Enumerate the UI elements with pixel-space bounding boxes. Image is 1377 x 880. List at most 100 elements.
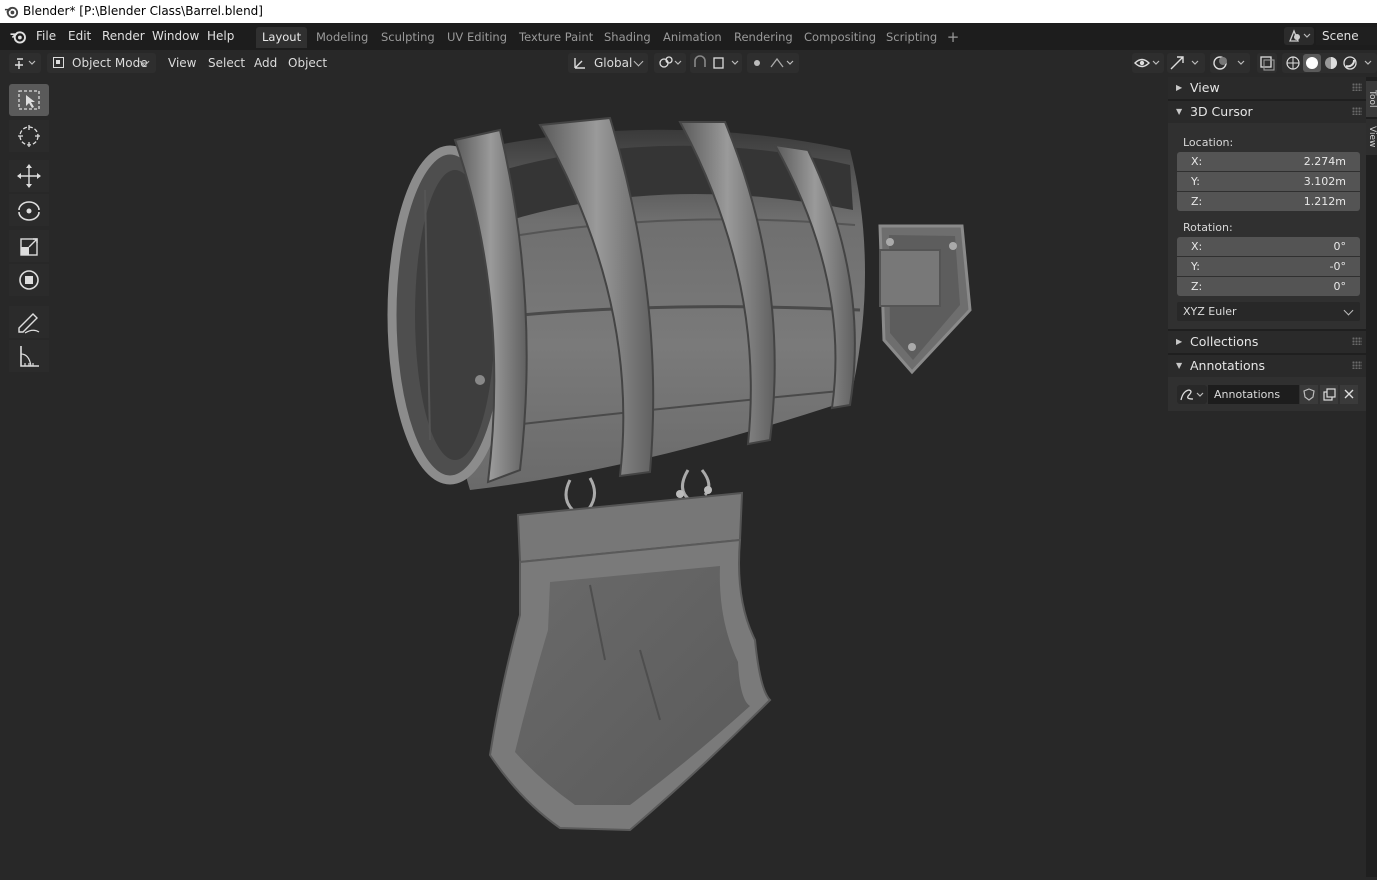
shading-modes-icons[interactable] — [1282, 53, 1377, 73]
axis-value: 3.102m — [1303, 175, 1346, 188]
blender-logo-icon — [4, 6, 19, 19]
cursor-tool[interactable] — [9, 120, 49, 152]
axis-value: 0° — [1333, 240, 1347, 253]
annotation-stroke-icon — [1180, 389, 1204, 401]
tab-scripting[interactable]: Scripting — [880, 27, 943, 48]
cursor-location-z[interactable]: Z: 1.212m — [1177, 192, 1360, 211]
tab-compositing[interactable]: Compositing — [798, 27, 882, 48]
snap-magnet-icon — [694, 55, 739, 69]
orientation-axes-icon — [574, 58, 585, 69]
annotation-data-browse-button[interactable] — [1177, 385, 1207, 404]
menu-window[interactable]: Window — [152, 29, 199, 43]
overlays-button[interactable] — [1210, 53, 1250, 73]
drag-grip-icon[interactable] — [1352, 337, 1362, 345]
tab-sculpting[interactable]: Sculpting — [375, 27, 441, 48]
rotate-icon — [18, 201, 40, 221]
menu-edit[interactable]: Edit — [68, 29, 91, 43]
rotation-mode-label: XYZ Euler — [1183, 305, 1237, 318]
axis-label: Y: — [1191, 260, 1200, 273]
fake-user-button[interactable] — [1300, 385, 1318, 404]
proportional-editing-button[interactable] — [747, 53, 799, 73]
annotate-pencil-icon — [18, 313, 40, 334]
expanded-arrow-icon: ▼ — [1176, 361, 1183, 370]
panel-label-view: View — [1190, 80, 1220, 95]
axis-label: Z: — [1191, 195, 1203, 208]
panel-label-collections: Collections — [1190, 334, 1259, 349]
viewport-menu-select[interactable]: Select — [208, 56, 245, 70]
editor-type-button[interactable] — [9, 53, 41, 73]
move-tool[interactable] — [9, 160, 49, 192]
panel-header-annotations[interactable]: ▼ Annotations — [1168, 355, 1366, 377]
panel-header-collections[interactable]: ▶ Collections — [1168, 331, 1366, 353]
side-tab-view[interactable]: View — [1366, 119, 1377, 155]
object-mode-cursor-icon — [15, 58, 36, 69]
collapsed-arrow-icon: ▶ — [1176, 83, 1183, 92]
drag-grip-icon[interactable] — [1352, 83, 1362, 91]
scene-selector-button[interactable] — [1284, 27, 1314, 45]
tab-modeling[interactable]: Modeling — [310, 27, 374, 48]
scale-tool[interactable] — [9, 230, 49, 262]
panel-header-3d-cursor[interactable]: ▼ 3D Cursor — [1168, 101, 1366, 123]
annotate-tool[interactable] — [9, 306, 49, 338]
object-mode-icon — [53, 57, 64, 68]
tab-shading[interactable]: Shading — [598, 27, 657, 48]
axis-label: Z: — [1191, 280, 1203, 293]
axis-label: Y: — [1191, 175, 1200, 188]
cursor-location-x[interactable]: X: 2.274m — [1177, 152, 1360, 171]
snap-toggle-button[interactable] — [690, 53, 742, 73]
add-workspace-button[interactable]: + — [944, 27, 962, 48]
visibility-button[interactable] — [1132, 53, 1164, 73]
tab-texture-paint[interactable]: Texture Paint — [513, 27, 599, 48]
select-box-tool[interactable] — [9, 84, 49, 116]
gizmo-icon — [1170, 56, 1199, 70]
drag-grip-icon[interactable] — [1352, 107, 1362, 115]
axis-value: 1.212m — [1303, 195, 1346, 208]
panel-label-3d-cursor: 3D Cursor — [1190, 104, 1253, 119]
rotate-tool[interactable] — [9, 194, 49, 226]
side-tab-tool[interactable]: Tool — [1366, 81, 1377, 117]
viewport-menu-view[interactable]: View — [168, 56, 196, 70]
orientation-label: Global — [594, 56, 633, 70]
drag-grip-icon[interactable] — [1352, 361, 1362, 369]
rotation-label: Rotation: — [1183, 221, 1233, 234]
axis-label: X: — [1191, 155, 1203, 168]
cursor-location-y[interactable]: Y: 3.102m — [1177, 172, 1360, 191]
menu-render[interactable]: Render — [102, 29, 145, 43]
tab-animation[interactable]: Animation — [657, 27, 728, 48]
3d-viewport[interactable] — [0, 77, 1366, 877]
gizmo-button[interactable] — [1167, 53, 1205, 73]
tab-rendering[interactable]: Rendering — [728, 27, 799, 48]
viewport-menu-add[interactable]: Add — [254, 56, 277, 70]
select-box-icon — [18, 90, 40, 110]
rotation-mode-dropdown[interactable]: XYZ Euler — [1177, 302, 1360, 321]
measure-tool[interactable] — [9, 340, 49, 372]
overlays-icon — [1213, 56, 1245, 70]
cursor-icon — [18, 125, 40, 147]
menu-file[interactable]: File — [36, 29, 56, 43]
tab-layout[interactable]: Layout — [256, 27, 308, 48]
collapsed-arrow-icon: ▶ — [1176, 337, 1183, 346]
cursor-rotation-x[interactable]: X: 0° — [1177, 237, 1360, 256]
unlink-button[interactable] — [1340, 385, 1358, 404]
tab-uv-editing[interactable]: UV Editing — [441, 27, 513, 48]
transform-tool[interactable] — [9, 264, 49, 296]
chevron-down-icon — [1343, 305, 1354, 316]
blender-menu-icon[interactable] — [9, 29, 27, 44]
annotation-layer-name-field[interactable]: Annotations — [1208, 385, 1299, 404]
transform-orientation-dropdown[interactable]: Global — [568, 53, 648, 73]
panel-header-view[interactable]: ▶ View — [1168, 77, 1366, 99]
viewport-menu-object[interactable]: Object — [288, 56, 327, 70]
xray-toggle-button[interactable] — [1257, 53, 1277, 73]
scene-name-field[interactable]: Scene — [1316, 27, 1377, 45]
top-menu-bar: File Edit Render Window Help Layout Mode… — [0, 23, 1377, 50]
duplicate-button[interactable] — [1320, 385, 1338, 404]
cursor-panel-body: Location: X: 2.274m Y: 3.102m Z: 1.212m … — [1168, 123, 1366, 329]
window-titlebar: Blender* [P:\Blender Class\Barrel.blend] — [0, 0, 1377, 23]
cursor-rotation-y[interactable]: Y: -0° — [1177, 257, 1360, 276]
annotations-panel-body: Annotations — [1168, 377, 1366, 411]
cursor-rotation-z[interactable]: Z: 0° — [1177, 277, 1360, 296]
move-icon — [17, 164, 41, 188]
pivot-point-button[interactable] — [654, 53, 686, 73]
object-mode-dropdown[interactable]: Object Mode — [47, 53, 156, 73]
menu-help[interactable]: Help — [207, 29, 234, 43]
